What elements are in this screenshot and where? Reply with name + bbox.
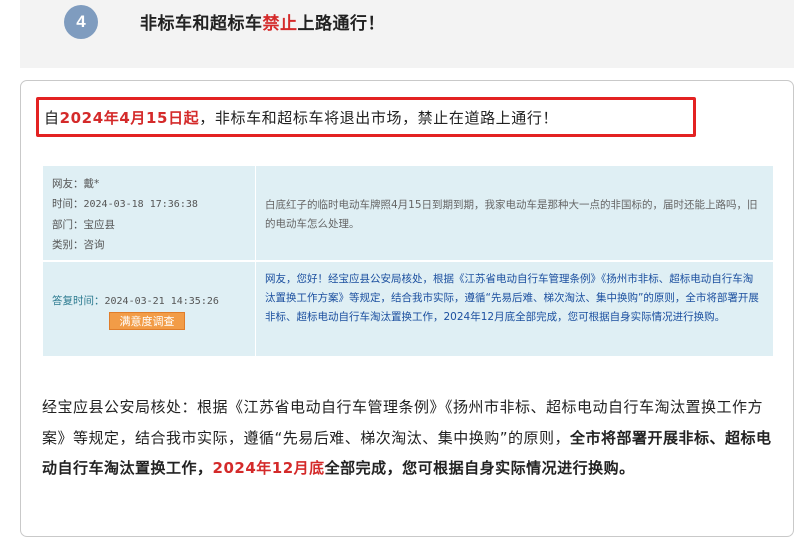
summary-deadline: 2024年12月底 [212, 459, 325, 477]
highlight-rest: ，非标车和超标车将退出市场，禁止在道路上通行！ [199, 109, 559, 127]
step-title: 非标车和超标车禁止上路通行！ [140, 9, 385, 34]
question-text: 白底红子的临时电动车牌照4月15日到期到期，我家电动车是那种大一点的非国标的，届… [265, 199, 758, 230]
step-title-part2: 上路通行！ [297, 14, 385, 34]
user-name: 网友：戴* [52, 178, 100, 190]
step-title-highlight: 禁止 [262, 14, 298, 34]
category: 类别：咨询 [52, 239, 105, 251]
step-header [20, 0, 794, 68]
summary-paragraph: 经宝应县公安局核处：根据《江苏省电动自行车管理条例》《扬州市非标、超标电动自行车… [42, 392, 780, 484]
qa-divider-horizontal [43, 260, 773, 262]
department: 部门：宝应县 [52, 219, 115, 231]
highlight-text: 自2024年4月15日起，非标车和超标车将退出市场，禁止在道路上通行！ [44, 107, 558, 128]
reply-time: 答复时间：2024-03-21 14:35:26 [52, 295, 219, 307]
highlight-prefix: 自 [44, 109, 60, 127]
summary-part4: 全部完成，您可根据自身实际情况进行换购。 [324, 459, 635, 477]
question-time: 时间：2024-03-18 17:36:38 [52, 198, 198, 210]
highlight-date: 2024年4月15日起 [59, 109, 200, 127]
answer-text: 网友，您好！经宝应县公安局核处，根据《江苏省电动自行车管理条例》《扬州市非标、超… [265, 273, 759, 323]
step-number-badge: 4 [64, 5, 98, 39]
question-meta: 网友：戴* 时间：2024-03-18 17:36:38 部门：宝应县 类别：咨… [52, 174, 198, 255]
step-title-part1: 非标车和超标车 [140, 14, 263, 34]
satisfaction-survey-button[interactable]: 满意度调查 [109, 312, 185, 330]
qa-table: 网友：戴* 时间：2024-03-18 17:36:38 部门：宝应县 类别：咨… [43, 166, 773, 356]
